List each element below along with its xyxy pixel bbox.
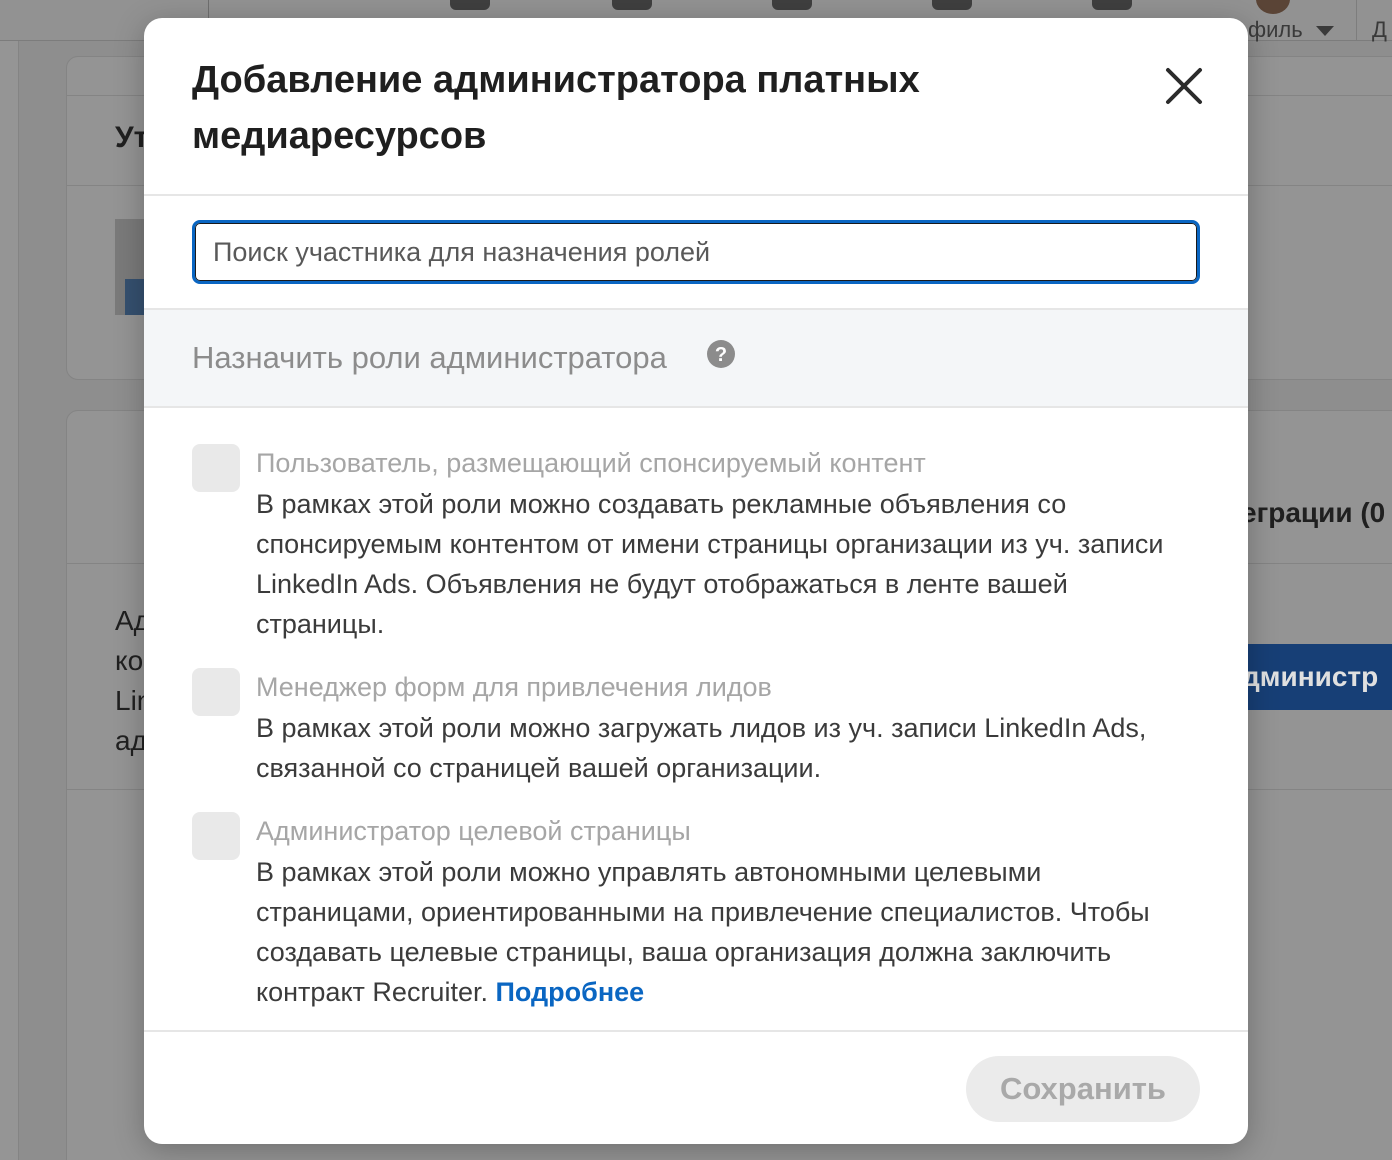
nav-icon-stub	[932, 0, 972, 10]
role-option-sponsored-content-poster: Пользователь, размещающий спонсируемый к…	[192, 444, 1202, 644]
role-title: Менеджер форм для привлечения лидов	[256, 672, 772, 702]
nav-more-label: Д	[1372, 17, 1387, 42]
nav-icon-stub	[612, 0, 652, 10]
add-admin-button: дминистр	[1226, 644, 1392, 710]
role-option-lead-gen-forms-manager: Менеджер форм для привлечения лидов В ра…	[192, 668, 1202, 788]
avatar	[1256, 0, 1290, 14]
role-checkbox[interactable]	[192, 668, 240, 716]
role-checkbox[interactable]	[192, 444, 240, 492]
assign-roles-label: Назначить роли администратора	[192, 340, 667, 375]
profile-menu-label: филь	[1248, 17, 1303, 42]
nav-divider	[208, 0, 209, 18]
role-option-landing-page-admin: Администратор целевой страницы В рамках …	[192, 812, 1202, 1012]
role-title: Администратор целевой страницы	[256, 816, 691, 846]
member-search-input[interactable]	[192, 220, 1200, 284]
nav-icon-stub	[1092, 0, 1132, 10]
role-description: В рамках этой роли можно загружать лидов…	[256, 713, 1147, 783]
chevron-down-icon	[1316, 26, 1334, 36]
role-description: В рамках этой роли можно управлять автон…	[256, 852, 1196, 1012]
member-search-section	[144, 196, 1248, 310]
nav-divider	[1356, 0, 1357, 40]
svg-text:?: ?	[715, 344, 727, 366]
role-description: В рамках этой роли можно создавать рекла…	[256, 489, 1164, 639]
learn-more-link[interactable]: Подробнее	[495, 977, 644, 1007]
background-left-column	[0, 41, 19, 1160]
role-checkbox[interactable]	[192, 812, 240, 860]
role-title: Пользователь, размещающий спонсируемый к…	[256, 448, 926, 478]
dialog-footer: Сохранить	[144, 1030, 1248, 1144]
nav-icon-stub	[772, 0, 812, 10]
add-paid-media-admin-dialog: Добавление администратора платных медиар…	[144, 18, 1248, 1144]
close-button[interactable]	[1156, 58, 1212, 114]
nav-icon-stub	[450, 0, 490, 10]
dialog-header: Добавление администратора платных медиар…	[144, 18, 1248, 196]
assign-roles-header: Назначить роли администратора ?	[144, 310, 1248, 408]
help-icon[interactable]: ?	[706, 339, 736, 369]
save-button[interactable]: Сохранить	[966, 1056, 1200, 1122]
dialog-title: Добавление администратора платных медиар…	[192, 59, 920, 157]
role-description-text: В рамках этой роли можно управлять автон…	[256, 857, 1150, 1007]
close-icon	[1166, 68, 1202, 104]
background-tab-label: еграции (0	[1241, 497, 1386, 528]
